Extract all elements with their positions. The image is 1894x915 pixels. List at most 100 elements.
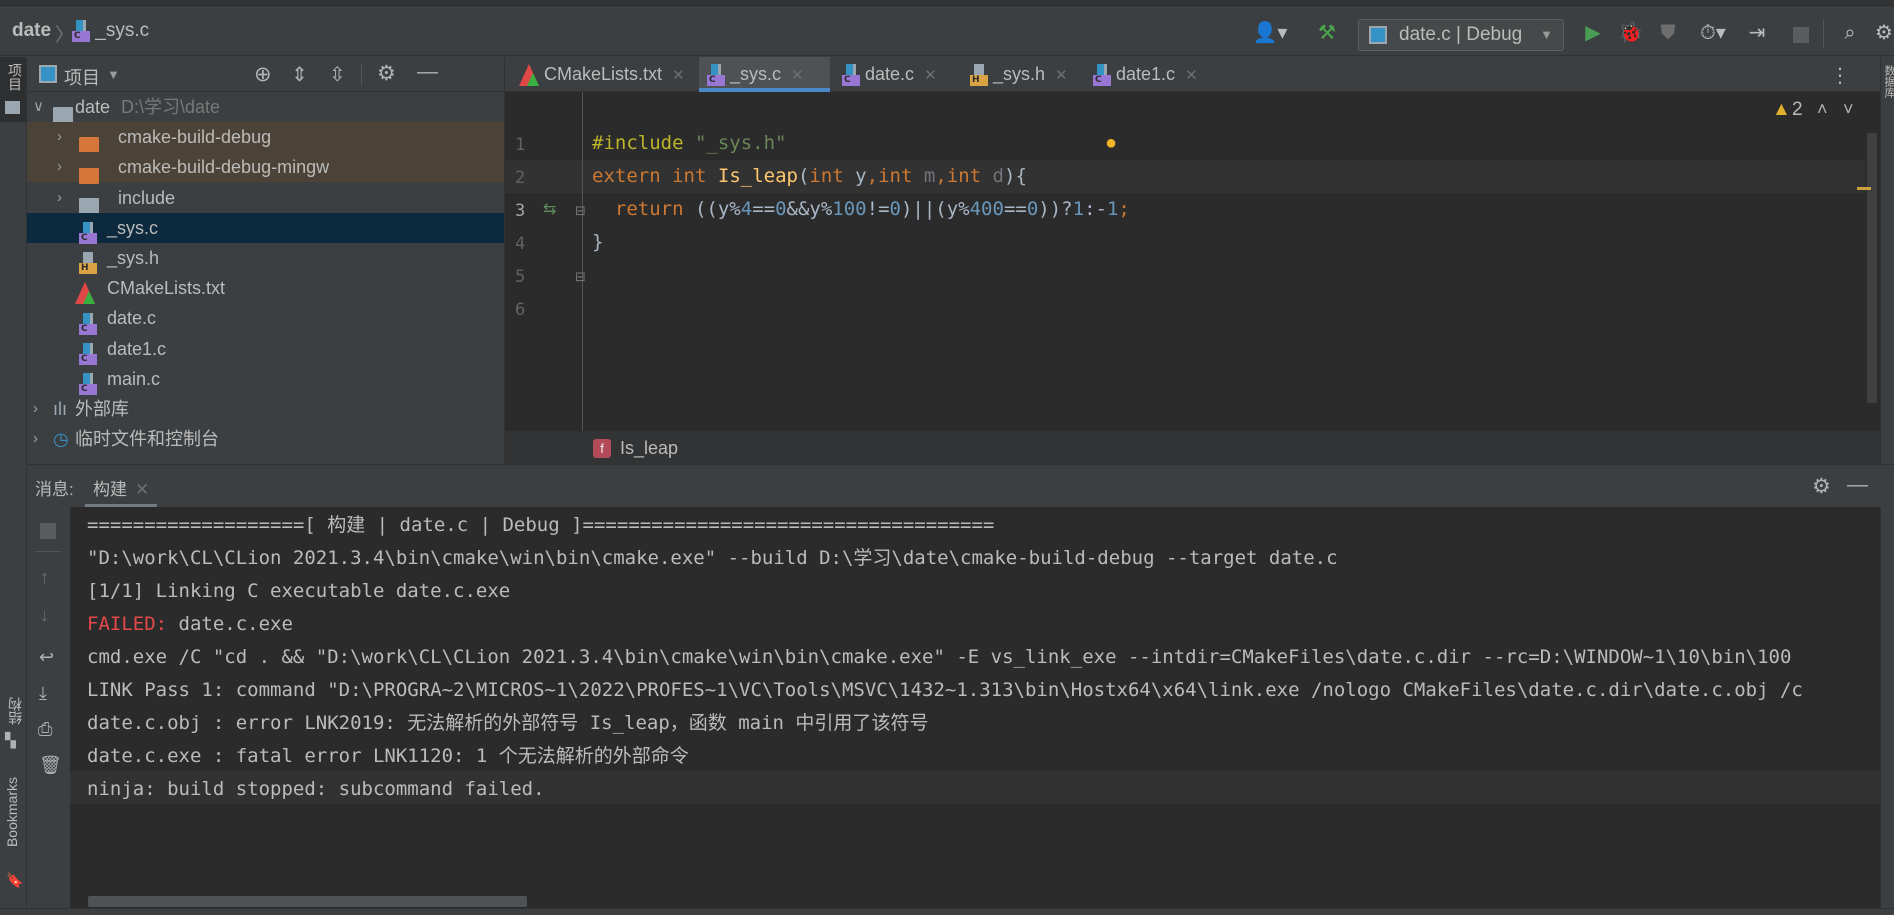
console-text: LINK Pass 1: command "D:\PROGRA~2\MICROS…: [87, 679, 1803, 701]
run-icon[interactable]: ▶: [1582, 20, 1604, 46]
horizontal-scrollbar[interactable]: [88, 896, 527, 907]
console-line: FAILED: date.c.exe: [87, 608, 293, 641]
previous-highlight-icon[interactable]: ˄: [1817, 99, 1828, 120]
tree-scratches[interactable]: › ◷ 临时文件和控制台: [27, 424, 504, 454]
console-text: date.c.exe : fatal error LNK1120: 1 个无法解…: [87, 745, 689, 767]
project-view-select[interactable]: 项目: [64, 64, 100, 90]
code-token: 0: [889, 198, 901, 220]
close-icon[interactable]: ✕: [135, 480, 149, 499]
fold-icon[interactable]: ⊟: [575, 203, 586, 219]
arrow-up-icon[interactable]: ↑: [40, 567, 49, 588]
breadcrumb-project[interactable]: date: [12, 20, 51, 42]
warning-icon[interactable]: ▲: [1772, 99, 1791, 121]
settings-icon[interactable]: ⚙: [1874, 20, 1894, 46]
close-icon[interactable]: ✕: [791, 67, 804, 84]
tree-item[interactable]: › cmake-build-debug-mingw: [27, 152, 504, 184]
tab-build[interactable]: 构建 ✕: [85, 465, 158, 508]
tree-external-libraries[interactable]: › ılı 外部库: [27, 394, 504, 424]
next-highlight-icon[interactable]: ˅: [1843, 99, 1854, 120]
attach-icon[interactable]: ⇥: [1745, 20, 1769, 46]
hide-panel-icon[interactable]: —: [417, 60, 438, 84]
more-tabs-icon[interactable]: ⋮: [1830, 63, 1850, 88]
chevron-down-icon[interactable]: ∨: [33, 92, 44, 122]
navigate-declaration-icon[interactable]: ⇆: [543, 199, 556, 219]
chevron-right-icon[interactable]: ›: [57, 152, 62, 182]
warning-stripe-marker[interactable]: [1857, 187, 1871, 190]
run-configuration-select[interactable]: date.c | Debug ▼: [1358, 19, 1564, 51]
code-line[interactable]: }: [592, 226, 603, 259]
tree-item[interactable]: › include: [27, 183, 504, 214]
close-icon[interactable]: ✕: [1055, 67, 1068, 84]
toolbar-divider: [35, 551, 61, 552]
chevron-right-icon[interactable]: ›: [57, 122, 62, 152]
code-token: 100: [832, 198, 867, 220]
chevron-right-icon[interactable]: ›: [57, 183, 62, 213]
tab-date1-c[interactable]: C date1.c ✕: [1085, 57, 1210, 92]
settings-icon[interactable]: ⚙: [377, 61, 396, 86]
tab--sys-h[interactable]: H _sys.h ✕: [962, 57, 1072, 92]
stop-icon[interactable]: [40, 523, 56, 539]
console-text: cmd.exe /C "cd . && "D:\work\CL\CLion 20…: [87, 646, 1792, 668]
scroll-to-end-icon[interactable]: ⤓: [39, 683, 47, 704]
arrow-down-icon[interactable]: ↓: [40, 605, 49, 626]
breadcrumb-file[interactable]: C _sys.c: [72, 20, 149, 42]
tab--sys-c[interactable]: C _sys.c ✕: [699, 57, 830, 92]
hide-panel-icon[interactable]: —: [1847, 473, 1868, 497]
code-line[interactable]: #include "_sys.h": [592, 127, 786, 160]
close-icon[interactable]: ✕: [672, 67, 685, 84]
debug-bug-icon[interactable]: 🐞: [1618, 20, 1643, 46]
tree-item-label: cmake-build-debug: [118, 127, 272, 148]
lightbulb-icon[interactable]: ●: [1105, 132, 1117, 155]
structure-tool-label: 结构: [7, 697, 23, 725]
print-icon[interactable]: ⎙: [38, 719, 52, 740]
settings-icon[interactable]: ⚙: [1812, 474, 1831, 499]
chevron-right-icon[interactable]: ›: [33, 394, 38, 424]
build-hammer-icon[interactable]: ⚒: [1315, 20, 1339, 46]
bookmarks-tool-button[interactable]: Bookmarks 🔖: [0, 777, 26, 897]
close-icon[interactable]: ✕: [1185, 67, 1198, 84]
code-line[interactable]: return ((y%4==0&&y%100!=0)||(y%400==0))?…: [592, 193, 1130, 226]
tree-item[interactable]: CMakeLists.txt: [27, 273, 504, 305]
code-token: int: [809, 165, 844, 187]
line-number: 5: [515, 267, 526, 287]
tree-item[interactable]: › cmake-build-debug: [27, 122, 504, 154]
tree-item[interactable]: Cdate1.c: [27, 334, 504, 365]
structure-tool-button[interactable]: 结构 ▚: [0, 687, 26, 757]
close-icon[interactable]: ✕: [924, 67, 937, 84]
chevron-right-icon[interactable]: ›: [33, 424, 38, 454]
build-output-console[interactable]: ===================[ 构建 | date.c | Debug…: [70, 507, 1880, 908]
code-token: int: [946, 165, 982, 187]
code-token: int: [672, 165, 707, 187]
project-tool-button[interactable]: 项目: [0, 57, 26, 122]
soft-wrap-icon[interactable]: ↩: [39, 647, 54, 668]
tree-item-label: include: [118, 187, 176, 208]
stop-icon[interactable]: [1793, 27, 1809, 43]
database-tool-button[interactable]: 数据库: [1881, 65, 1894, 98]
chevron-down-icon[interactable]: ▼: [107, 67, 120, 82]
console-text: "D:\work\CL\CLion 2021.3.4\bin\cmake\win…: [87, 547, 1338, 569]
tab-cmakelists-txt[interactable]: CMakeLists.txt ✕: [511, 57, 700, 92]
locate-file-icon[interactable]: ⊕: [254, 62, 272, 87]
tree-item[interactable]: Cdate.c: [27, 303, 504, 335]
function-breadcrumb[interactable]: Is_leap: [620, 432, 678, 465]
code-token: 4: [740, 198, 753, 220]
code-token: #include: [592, 132, 684, 154]
coverage-icon[interactable]: ⛊: [1656, 20, 1680, 46]
tree-item[interactable]: C _sys.c: [27, 212, 504, 245]
collapse-all-icon[interactable]: ⇳: [329, 62, 346, 87]
editor-scrollbar[interactable]: [1867, 133, 1877, 403]
profile-icon[interactable]: ⏱▾: [1693, 20, 1733, 46]
tab-date-c[interactable]: C date.c ✕: [834, 57, 942, 92]
search-icon[interactable]: ⌕: [1838, 20, 1862, 46]
warning-count[interactable]: 2: [1792, 99, 1803, 121]
user-icon[interactable]: 👤▾: [1252, 20, 1288, 46]
library-icon: ılı: [53, 399, 68, 419]
expand-all-icon[interactable]: ⇕: [291, 62, 308, 87]
code-line[interactable]: extern int Is_leap(int y,int m,int d){: [592, 160, 1027, 193]
trash-icon[interactable]: 🗑: [39, 755, 62, 776]
tree-item[interactable]: Cmain.c: [27, 364, 504, 396]
tree-item[interactable]: H _sys.h: [27, 243, 504, 275]
tree-root-date[interactable]: ∨ date D:\学习\date: [27, 92, 504, 124]
fold-end-icon[interactable]: ⊟: [575, 269, 586, 285]
